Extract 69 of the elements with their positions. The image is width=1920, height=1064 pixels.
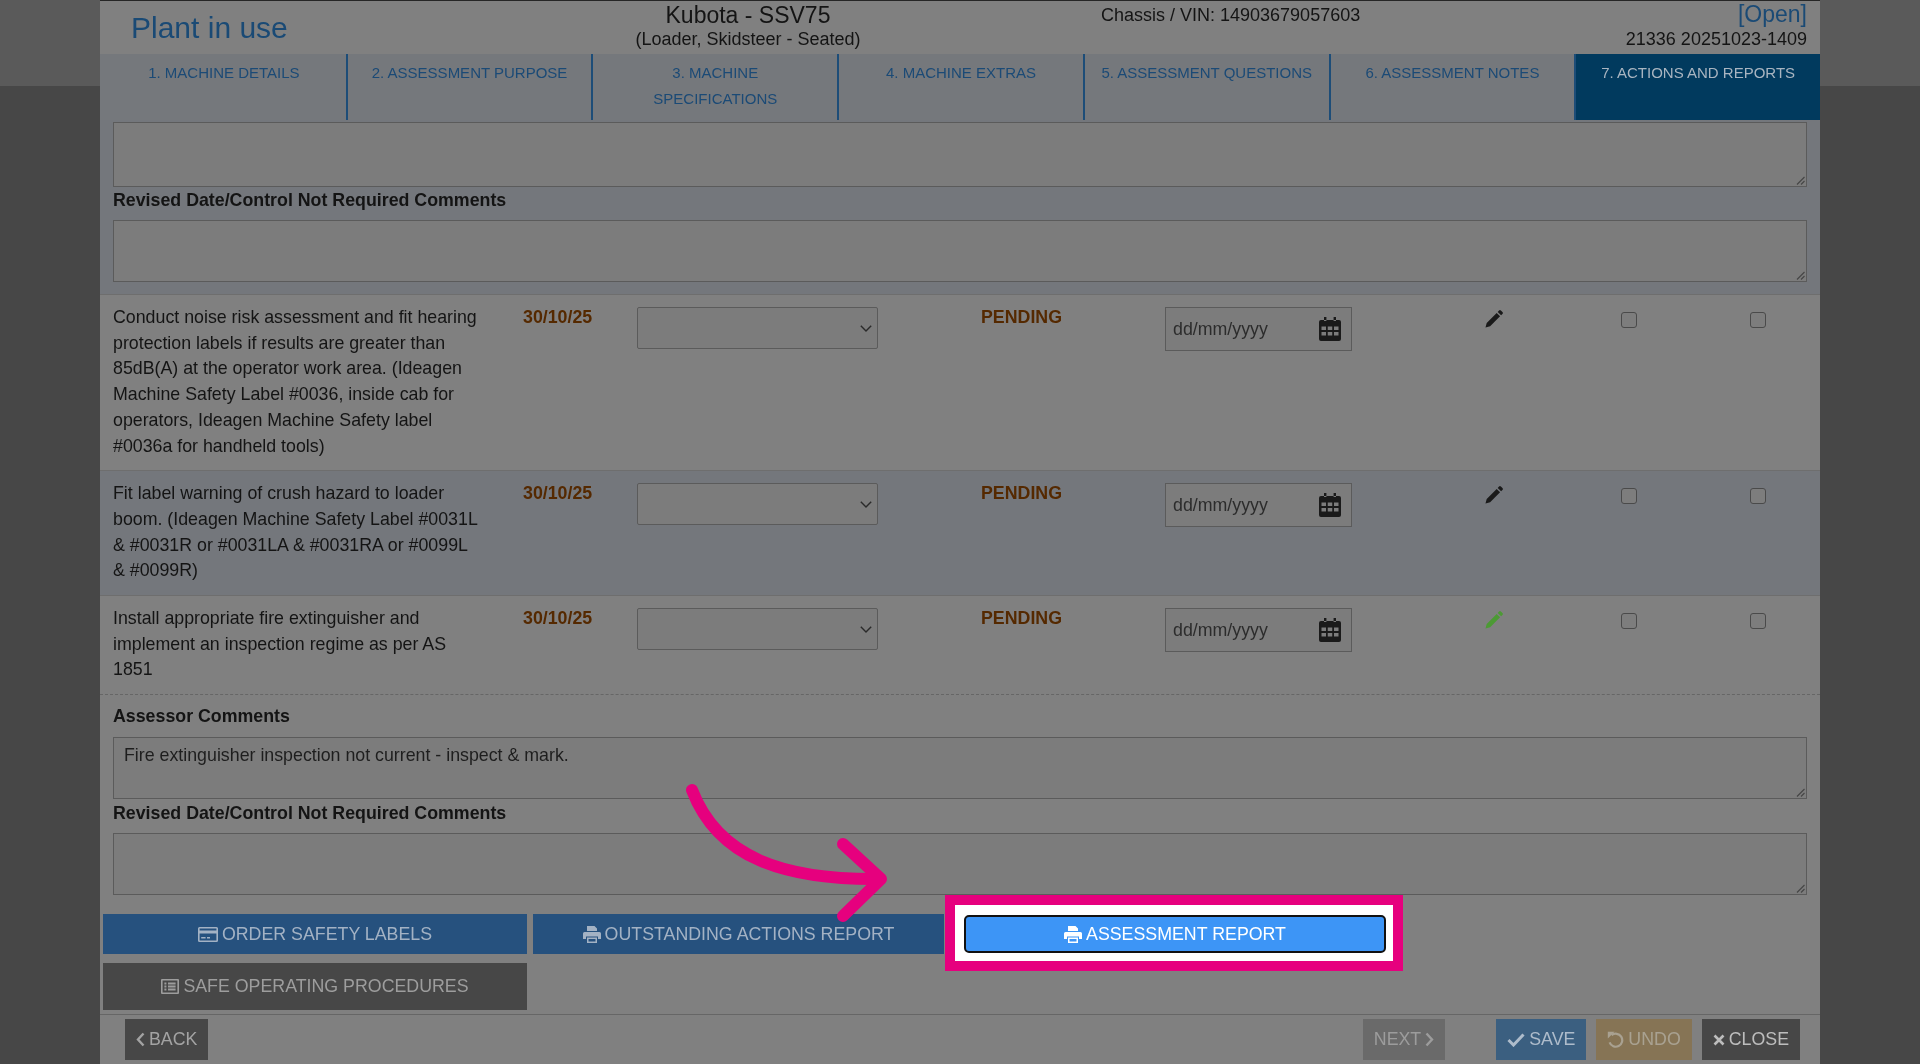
action-description: Conduct noise risk assessment and fit hearing protection labels if results are greater than 85dB(A) at the operator work area. (Ideagen Machine Safety Label #0036, inside cab for operators, Ideagen Machine Safety label #0036a for handheld tools) [113,306,478,458]
due-date: 30/10/25 [523,482,593,506]
calendar-icon[interactable] [1319,493,1341,518]
checkbox[interactable] [1621,312,1637,328]
field-label: Revised Date/Control Not Required Comments [113,802,507,825]
date-field[interactable]: dd/mm/yyyy [1165,608,1352,653]
tab[interactable]: 2. ASSESSMENT PURPOSE [345,54,592,120]
tab[interactable]: 5. ASSESSMENT QUESTIONS [1082,54,1329,120]
comments-field[interactable] [113,833,1807,896]
reference-number: 21336 20251023-1409 [1625,28,1807,50]
comments-field[interactable] [113,220,1807,282]
select-field[interactable] [637,483,878,526]
date-field[interactable]: dd/mm/yyyy [1165,483,1352,528]
report-button[interactable]: ASSESSMENT REPORT [964,915,1386,954]
due-date: 30/10/25 [523,306,593,329]
status-text: PENDING [981,306,1062,329]
resize-grip-icon [1796,271,1805,280]
calendar-icon[interactable] [1319,317,1341,341]
pencil-icon[interactable] [1485,486,1503,505]
action-description: Install appropriate fire extinguisher and implement an inspection regime as per AS 1851 [113,607,448,682]
tab[interactable]: 1. MACHINE DETAILS [100,54,346,120]
checkbox[interactable] [1750,312,1766,328]
checkbox[interactable] [1750,488,1766,505]
calendar-icon[interactable] [1319,618,1341,643]
page-title: Plant in use [131,10,288,45]
chevron-down-icon [860,500,872,508]
chevron-left-icon [136,1032,145,1047]
chevron-right-icon [1425,1032,1435,1047]
procedures-button[interactable]: SAFE OPERATING PROCEDURES [103,963,527,1011]
report-button[interactable]: OUTSTANDING ACTIONS REPORT [533,914,944,955]
checkbox[interactable] [1750,613,1766,630]
checkbox[interactable] [1621,488,1637,505]
printer-icon [582,925,601,943]
tab[interactable]: 6. ASSESSMENT NOTES [1328,54,1575,120]
undo-icon [1607,1031,1625,1048]
select-field[interactable] [637,608,878,651]
status-text: PENDING [981,607,1062,631]
resize-grip-icon [1796,884,1805,894]
save-button[interactable]: SAVE [1496,1019,1587,1060]
status-link[interactable]: [Open] [1737,1,1807,27]
tab[interactable]: 3. MACHINE SPECIFICATIONS [591,54,838,120]
date-field[interactable]: dd/mm/yyyy [1165,307,1352,351]
due-date: 30/10/25 [523,607,593,631]
checkbox[interactable] [1621,613,1637,630]
field-label: Revised Date/Control Not Required Comments [113,189,507,211]
resize-grip-icon [1796,176,1805,185]
back-button[interactable]: BACK [125,1019,209,1060]
printer-icon [1064,925,1083,943]
tab[interactable]: 7. ACTIONS AND REPORTS [1574,54,1820,120]
chassis-vin: Chassis / VIN: 14903679057603 [1101,5,1361,25]
comments-field[interactable] [113,122,1807,187]
close-button[interactable]: CLOSE [1701,1019,1800,1060]
chevron-down-icon [860,625,872,633]
order-labels-button[interactable]: ORDER SAFETY LABELS [103,914,527,955]
tab[interactable]: 4. MACHINE EXTRAS [837,54,1083,120]
resize-grip-icon [1796,788,1805,798]
status-text: PENDING [981,482,1062,506]
comments-field[interactable]: Fire extinguisher inspection not current - inspect & mark. [113,737,1807,800]
check-icon [1507,1032,1526,1047]
select-field[interactable] [637,307,878,349]
pencil-icon[interactable] [1485,310,1503,328]
machine-type: (Loader, Skidsteer - Seated) [635,28,861,51]
field-label: Assessor Comments [113,705,290,728]
machine-name: Kubota - SSV75 [665,3,831,27]
card-icon [197,926,218,942]
list-icon [161,979,180,995]
action-description: Fit label warning of crush hazard to loader boom. (Ideagen Machine Safety Label #0031L & #0031R or #0031LA & #0031RA or #0099L & #0099R) [113,482,479,583]
close-icon [1712,1033,1725,1046]
chevron-down-icon [860,324,872,332]
